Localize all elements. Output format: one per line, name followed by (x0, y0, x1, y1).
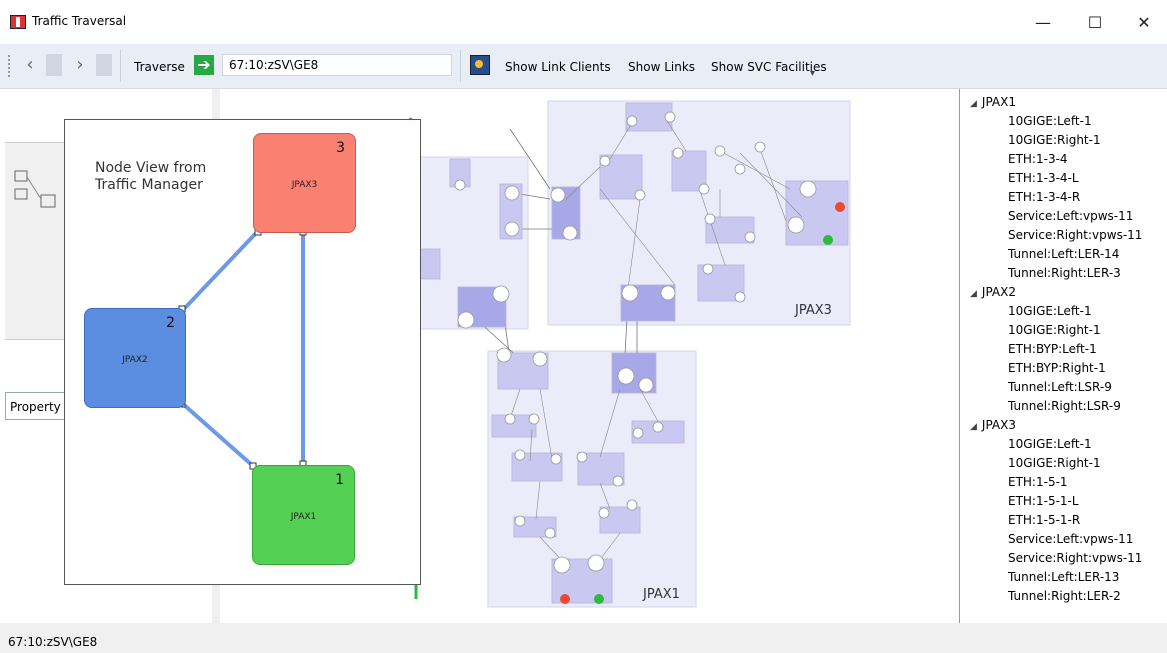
node-number: 2 (166, 315, 175, 331)
tree-item[interactable]: Service:Left:vpws-11 (1008, 209, 1133, 223)
forward-history-dropdown[interactable] (96, 54, 112, 76)
tree-item[interactable]: Tunnel:Left:LER-14 (1008, 247, 1119, 261)
status-dot-red (560, 594, 570, 604)
group-label-jpax1: JPAX1 (643, 587, 680, 602)
tree-item[interactable]: ETH:1-5-1 (1008, 475, 1068, 489)
minimize-button[interactable]: — (1020, 8, 1066, 38)
toolbar-grip[interactable] (8, 55, 13, 77)
node-jpax2[interactable]: 2 JPAX2 (84, 308, 186, 408)
traverse-label: Traverse (134, 60, 185, 74)
tree-item[interactable]: 10GIGE:Right-1 (1008, 323, 1101, 337)
node-name: JPAX2 (122, 355, 148, 365)
traverse-go-button[interactable]: ➔ (194, 55, 214, 75)
tree-item[interactable]: ETH:1-5-1-L (1008, 494, 1079, 508)
tree-item[interactable]: ETH:1-5-1-R (1008, 513, 1080, 527)
status-dot-red (835, 202, 845, 212)
overview-minimap[interactable] (11, 163, 71, 223)
tree-group-jpax2[interactable]: ◢ JPAX2 (970, 285, 1016, 299)
expand-arrow-icon[interactable]: ◢ (970, 289, 977, 299)
tree-group-jpax3[interactable]: ◢ JPAX3 (970, 418, 1016, 432)
node-name: JPAX1 (290, 512, 317, 522)
tree-item[interactable]: 10GIGE:Left-1 (1008, 437, 1092, 451)
group-label-jpax3: JPAX3 (795, 303, 832, 318)
tree-group-label: JPAX1 (981, 95, 1016, 109)
tree-group-label: JPAX3 (981, 418, 1016, 432)
tree-group-label: JPAX2 (981, 285, 1016, 299)
tree-item[interactable]: ETH:BYP:Right-1 (1008, 361, 1106, 375)
expand-arrow-icon[interactable]: ◢ (970, 99, 977, 109)
link-clients-icon[interactable] (470, 55, 490, 75)
maximize-button[interactable]: ☐ (1072, 8, 1118, 38)
tree-group-jpax1[interactable]: ◢ JPAX1 (970, 95, 1016, 109)
tree-item[interactable]: ETH:1-3-4-R (1008, 190, 1080, 204)
tree-item[interactable]: Service:Left:vpws-11 (1008, 532, 1133, 546)
inset-title-line1: Node View from (95, 160, 207, 176)
node-name: JPAX3 (291, 180, 318, 190)
node-jpax1[interactable]: 1 JPAX1 (252, 465, 355, 565)
back-history-dropdown[interactable] (46, 54, 62, 76)
tree-item[interactable]: ETH:1-3-4-L (1008, 171, 1079, 185)
toolbar-overflow-icon[interactable]: ▾ (810, 68, 815, 79)
close-button[interactable]: ✕ (1121, 8, 1167, 38)
app-icon (10, 15, 26, 29)
tree-item[interactable]: Tunnel:Left:LSR-9 (1008, 380, 1112, 394)
tree-item[interactable]: Service:Right:vpws-11 (1008, 551, 1142, 565)
back-arrow-icon[interactable]: ‹ (22, 54, 38, 76)
tree-item[interactable]: 10GIGE:Left-1 (1008, 114, 1092, 128)
inset-title-line2: Traffic Manager (95, 177, 203, 193)
tree-item[interactable]: Tunnel:Left:LER-13 (1008, 570, 1119, 584)
tree-item[interactable]: 10GIGE:Right-1 (1008, 456, 1101, 470)
node-jpax3[interactable]: 3 JPAX3 (253, 133, 356, 233)
expand-arrow-icon[interactable]: ◢ (970, 422, 977, 432)
link-2-3[interactable] (181, 230, 259, 312)
tree-item[interactable]: Tunnel:Right:LSR-9 (1008, 399, 1121, 413)
status-bar: 67:10:zSV\GE8 (0, 623, 1167, 653)
tree-item[interactable]: 10GIGE:Left-1 (1008, 304, 1092, 318)
node-view-inset: Node View from Traffic Manager 3 JPAX3 2… (64, 119, 421, 585)
tree-item[interactable]: ETH:BYP:Left-1 (1008, 342, 1097, 356)
show-links-button[interactable]: Show Links (628, 60, 695, 74)
facility-tree: ◢ JPAX1 10GIGE:Left-1 10GIGE:Right-1 ETH:… (959, 89, 1167, 623)
toolbar-separator (120, 50, 121, 82)
inset-title: Node View from Traffic Manager (95, 160, 206, 194)
tree-item[interactable]: Service:Right:vpws-11 (1008, 228, 1142, 242)
tree-item[interactable]: ETH:1-3-4 (1008, 152, 1068, 166)
tree-item[interactable]: 10GIGE:Right-1 (1008, 133, 1101, 147)
toolbar: ‹ › Traverse ➔ Show Link Clients Show Li… (0, 44, 1167, 89)
link-2-1[interactable] (181, 402, 255, 468)
tree-item[interactable]: Tunnel:Right:LER-3 (1008, 266, 1121, 280)
node-number: 3 (336, 140, 345, 156)
toolbar-separator (460, 50, 461, 82)
show-link-clients-button[interactable]: Show Link Clients (505, 60, 611, 74)
tree-item[interactable]: Tunnel:Right:LER-2 (1008, 589, 1121, 603)
forward-arrow-icon[interactable]: › (72, 54, 88, 76)
window-title: Traffic Traversal (32, 14, 127, 28)
status-dot-green (594, 594, 604, 604)
node-number: 1 (335, 472, 344, 488)
address-input[interactable] (222, 54, 452, 76)
status-dot-green (823, 235, 833, 245)
property-tab[interactable]: Property (5, 392, 65, 420)
title-bar: Traffic Traversal — ☐ ✕ (0, 0, 1167, 44)
status-text: 67:10:zSV\GE8 (8, 635, 98, 649)
